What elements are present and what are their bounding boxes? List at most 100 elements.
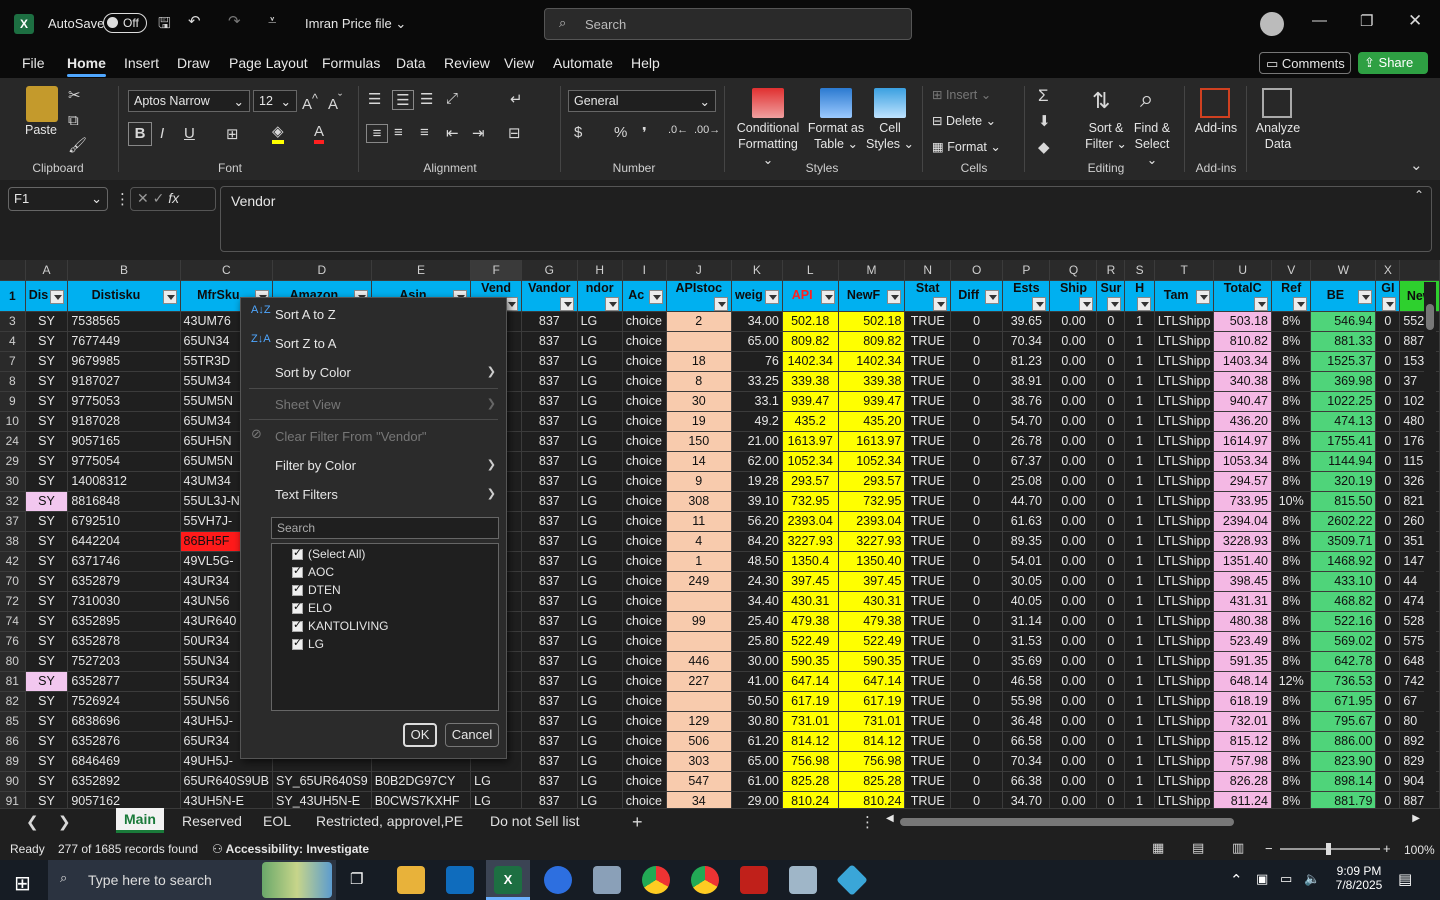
column-letter-extra[interactable]	[1399, 260, 1440, 281]
row-number[interactable]: 8	[0, 371, 26, 392]
column-letter-t[interactable]: T	[1154, 260, 1215, 281]
column-letter-r[interactable]: R	[1096, 260, 1126, 281]
cell-be[interactable]: 474.13	[1310, 411, 1377, 432]
cell-h[interactable]: 1	[1124, 411, 1155, 432]
cell-distisku[interactable]: 8816848	[67, 491, 181, 512]
cell-vendor-name[interactable]: LG	[577, 571, 623, 592]
cell-newf[interactable]: 293.57	[838, 471, 906, 492]
cell-vandor[interactable]: 837	[521, 631, 578, 652]
cell-dis[interactable]: SY	[25, 631, 69, 652]
cell-distisku[interactable]: 9679985	[67, 351, 181, 372]
cell-diff[interactable]: 0	[950, 591, 1004, 612]
cell-be[interactable]: 815.50	[1310, 491, 1377, 512]
column-letter-q[interactable]: Q	[1049, 260, 1098, 281]
function-icon[interactable]: fx	[168, 190, 179, 206]
cell-status[interactable]: TRUE	[904, 591, 952, 612]
cell-gi[interactable]: 0	[1375, 371, 1401, 392]
cell-sur[interactable]: 0	[1096, 351, 1126, 372]
cell-tam[interactable]: LTLShipp	[1154, 771, 1215, 792]
cell-api[interactable]: 1613.97	[782, 431, 839, 452]
cell-ests[interactable]: 40.05	[1002, 591, 1051, 612]
addins-button[interactable]: Add-ins	[1190, 120, 1242, 136]
cell-weight[interactable]: 56.20	[731, 511, 783, 532]
zoom-level[interactable]: 100%	[1404, 843, 1435, 857]
format-as-table-icon[interactable]	[820, 88, 852, 118]
cell-totalc[interactable]: 810.82	[1213, 331, 1272, 352]
row-number[interactable]: 9	[0, 391, 26, 412]
cell-diff[interactable]: 0	[950, 731, 1004, 752]
table-row[interactable]: 30 SY 14008312 43UM34 837 LG choice 9 19.28 293.5…	[0, 471, 1440, 492]
filezilla-icon[interactable]	[740, 866, 768, 894]
zoom-app-icon[interactable]	[544, 866, 572, 894]
cell-diff[interactable]: 0	[950, 571, 1004, 592]
cell-distisku[interactable]: 7310030	[67, 591, 181, 612]
filter-dropdown-icon[interactable]	[648, 289, 663, 304]
analyze-data-button[interactable]: Analyze Data	[1252, 120, 1304, 152]
cell-distisku[interactable]: 6352895	[67, 611, 181, 632]
row-number[interactable]: 70	[0, 571, 26, 592]
cell-tam[interactable]: LTLShipp	[1154, 791, 1215, 808]
cell-ship[interactable]: 0.00	[1049, 491, 1098, 512]
chevron-up-icon[interactable]: ⌃	[1230, 871, 1243, 889]
cell-h[interactable]: 1	[1124, 631, 1155, 652]
notifications-icon[interactable]: ▤	[1398, 870, 1412, 888]
cell-ests[interactable]: 70.34	[1002, 331, 1051, 352]
cell-dis[interactable]: SY	[25, 471, 69, 492]
cell-newf[interactable]: 1402.34	[838, 351, 906, 372]
filter-dropdown-icon[interactable]	[887, 289, 902, 304]
analyze-data-icon[interactable]	[1262, 88, 1292, 118]
sort-z-to-a-item[interactable]: Sort Z to A	[275, 336, 336, 351]
search-box[interactable]: ⌕ Search	[544, 8, 912, 40]
cell-ests[interactable]: 44.70	[1002, 491, 1051, 512]
table-row[interactable]: 24 SY 9057165 65UH5N 837 LG choice 150 21.00 1613…	[0, 431, 1440, 452]
cell-ests[interactable]: 36.48	[1002, 711, 1051, 732]
cell-api[interactable]: 825.28	[782, 771, 839, 792]
cell-diff[interactable]: 0	[950, 431, 1004, 452]
cell-diff[interactable]: 0	[950, 371, 1004, 392]
cell-diff[interactable]: 0	[950, 711, 1004, 732]
percent-icon[interactable]: %	[614, 124, 627, 141]
cell-sur[interactable]: 0	[1096, 711, 1126, 732]
taskbar-search[interactable]: ⌕ Type here to search	[48, 860, 336, 900]
cell-newf[interactable]: 435.20	[838, 411, 906, 432]
next-sheet-icon[interactable]: ❯	[58, 813, 71, 831]
filter-dropdown-icon[interactable]	[50, 289, 65, 304]
cell-newf[interactable]: 479.38	[838, 611, 906, 632]
cell-tam[interactable]: LTLShipp	[1154, 671, 1215, 692]
cell-ac[interactable]: choice	[622, 511, 667, 532]
cell-sur[interactable]: 0	[1096, 551, 1126, 572]
volume-icon[interactable]: 🔈	[1304, 871, 1320, 887]
cell-vandor[interactable]: 837	[521, 511, 578, 532]
format-cells-button[interactable]: ▦ Format ⌄	[932, 139, 1001, 154]
header-cell[interactable]: APIstoc	[666, 280, 732, 312]
cell-styles-button[interactable]: Cell Styles ⌄	[866, 120, 914, 152]
cell-vendor-name[interactable]: LG	[577, 491, 623, 512]
more-options-icon[interactable]: ⋮	[115, 190, 130, 208]
zoom-slider[interactable]	[1280, 843, 1380, 855]
cell-sur[interactable]: 0	[1096, 731, 1126, 752]
column-letter-i[interactable]: I	[622, 260, 667, 281]
align-top-icon[interactable]: ☰	[368, 90, 381, 108]
cancel-icon[interactable]: ✕	[137, 190, 149, 206]
cell-vandor[interactable]: 837	[521, 711, 578, 732]
cell-be[interactable]: 898.14	[1310, 771, 1377, 792]
cell-styles-icon[interactable]	[874, 88, 906, 118]
cell-h[interactable]: 1	[1124, 651, 1155, 672]
cell-vendor-name[interactable]: LG	[577, 711, 623, 732]
cell-tam[interactable]: LTLShipp	[1154, 531, 1215, 552]
cell-sur[interactable]: 0	[1096, 331, 1126, 352]
cell-ref[interactable]: 8%	[1271, 791, 1312, 808]
cell-ship[interactable]: 0.00	[1049, 511, 1098, 532]
cell-weight[interactable]: 41.00	[731, 671, 783, 692]
cell-vandor[interactable]: 837	[521, 651, 578, 672]
row-number[interactable]: 38	[0, 531, 26, 552]
cell-be[interactable]: 881.79	[1310, 791, 1377, 808]
cell-vendor-name[interactable]: LG	[577, 771, 623, 792]
cell-ests[interactable]: 54.70	[1002, 411, 1051, 432]
cell-vandor[interactable]: 837	[521, 551, 578, 572]
bold-icon[interactable]: B	[128, 122, 152, 146]
cell-ship[interactable]: 0.00	[1049, 551, 1098, 572]
table-row[interactable]: 91 SY 9057162 43UH5N-E SY_43UH5N-E B0CWS7KXHF…	[0, 791, 1440, 808]
cell-h[interactable]: 1	[1124, 591, 1155, 612]
cell-weight[interactable]: 19.28	[731, 471, 783, 492]
